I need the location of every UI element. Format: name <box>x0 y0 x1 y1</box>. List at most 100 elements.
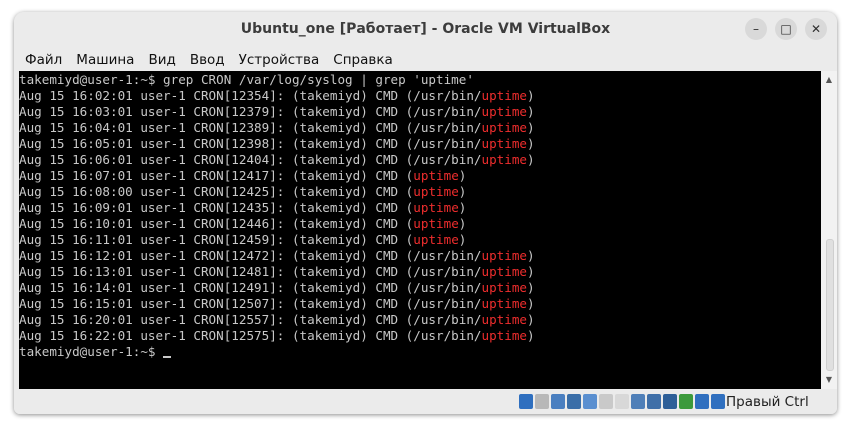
log-text: Aug 15 16:09:01 user-1 CRON[12435]: (tak… <box>19 200 414 215</box>
grep-match: uptime <box>413 216 459 231</box>
log-text-end: ) <box>527 120 535 135</box>
command-line: takemiyd@user-1:~$ grep CRON /var/log/sy… <box>19 72 474 87</box>
log-line: Aug 15 16:09:01 user-1 CRON[12435]: (tak… <box>19 200 821 216</box>
grep-match: uptime <box>481 328 528 343</box>
log-text: Aug 15 16:11:01 user-1 CRON[12459]: (tak… <box>19 232 414 247</box>
minimize-button[interactable]: – <box>745 18 767 40</box>
close-icon: ✕ <box>810 22 822 36</box>
log-line: Aug 15 16:06:01 user-1 CRON[12404]: (tak… <box>19 152 821 168</box>
log-text: Aug 15 16:15:01 user-1 CRON[12507]: (tak… <box>19 296 482 311</box>
hard-disk-icon[interactable] <box>519 394 533 409</box>
log-text: Aug 15 16:08:00 user-1 CRON[12425]: (tak… <box>19 184 414 199</box>
log-text-end: ) <box>527 264 535 279</box>
log-line: Aug 15 16:05:01 user-1 CRON[12398]: (tak… <box>19 136 821 152</box>
log-line: Aug 15 16:20:01 user-1 CRON[12557]: (tak… <box>19 312 821 328</box>
scroll-down-icon[interactable]: ▼ <box>821 373 837 387</box>
text-cursor <box>163 356 172 358</box>
title-bar[interactable]: Ubuntu_one [Работает] - Oracle VM Virtua… <box>14 12 837 46</box>
audio-icon[interactable] <box>551 394 565 409</box>
mouse-integration-icon[interactable] <box>695 394 709 409</box>
grep-match: uptime <box>481 88 528 103</box>
scroll-up-icon[interactable]: ▲ <box>821 73 837 87</box>
virtualbox-window: Ubuntu_one [Работает] - Oracle VM Virtua… <box>14 12 837 414</box>
log-text: Aug 15 16:10:01 user-1 CRON[12446]: (tak… <box>19 216 414 231</box>
prompt-line: takemiyd@user-1:~$ <box>19 344 821 360</box>
virtualization-icon[interactable] <box>663 394 677 409</box>
log-text: Aug 15 16:07:01 user-1 CRON[12417]: (tak… <box>19 168 414 183</box>
maximize-button[interactable]: □ <box>775 18 797 40</box>
grep-match: uptime <box>481 248 528 263</box>
recording-icon[interactable] <box>647 394 661 409</box>
optical-drive-icon[interactable] <box>535 394 549 409</box>
log-text-end: ) <box>527 88 535 103</box>
menu-input[interactable]: Ввод <box>183 49 232 71</box>
log-text: Aug 15 16:06:01 user-1 CRON[12404]: (tak… <box>19 152 482 167</box>
menu-devices[interactable]: Устройства <box>232 49 327 71</box>
log-text-end: ) <box>527 280 535 295</box>
log-text: Aug 15 16:20:01 user-1 CRON[12557]: (tak… <box>19 312 482 327</box>
network-icon[interactable] <box>567 394 581 409</box>
grep-match: uptime <box>481 264 528 279</box>
log-line: Aug 15 16:12:01 user-1 CRON[12472]: (tak… <box>19 248 821 264</box>
scroll-thumb[interactable] <box>826 239 834 371</box>
menu-help[interactable]: Справка <box>326 49 399 71</box>
log-text: Aug 15 16:02:01 user-1 CRON[12354]: (tak… <box>19 88 482 103</box>
keyboard-capture-icon[interactable] <box>711 394 725 409</box>
host-key-label[interactable]: Правый Ctrl <box>726 390 809 414</box>
log-text: Aug 15 16:14:01 user-1 CRON[12491]: (tak… <box>19 280 482 295</box>
log-text-end: ) <box>458 168 467 183</box>
log-text-end: ) <box>458 232 467 247</box>
log-text-end: ) <box>458 216 467 231</box>
display-icon[interactable] <box>615 394 629 409</box>
vertical-scrollbar[interactable]: ▲ ▼ <box>821 71 837 389</box>
shared-folders-icon[interactable] <box>599 394 613 409</box>
log-line: Aug 15 16:07:01 user-1 CRON[12417]: (tak… <box>19 168 821 184</box>
log-text: Aug 15 16:05:01 user-1 CRON[12398]: (tak… <box>19 136 482 151</box>
video-capture-icon[interactable] <box>631 394 645 409</box>
maximize-icon: □ <box>780 22 792 36</box>
log-text-end: ) <box>527 248 535 263</box>
log-line: Aug 15 16:08:00 user-1 CRON[12425]: (tak… <box>19 184 821 200</box>
log-text-end: ) <box>458 200 467 215</box>
log-line: Aug 15 16:14:01 user-1 CRON[12491]: (tak… <box>19 280 821 296</box>
menu-file[interactable]: Файл <box>18 49 69 71</box>
status-bar: Правый Ctrl <box>14 390 837 414</box>
log-line: Aug 15 16:11:01 user-1 CRON[12459]: (tak… <box>19 232 821 248</box>
vm-terminal-screen[interactable]: takemiyd@user-1:~$ grep CRON /var/log/sy… <box>19 71 821 389</box>
grep-match: uptime <box>413 184 459 199</box>
log-text-end: ) <box>458 184 467 199</box>
log-output: Aug 15 16:02:01 user-1 CRON[12354]: (tak… <box>19 88 821 344</box>
menu-machine[interactable]: Машина <box>69 49 141 71</box>
grep-match: uptime <box>481 104 528 119</box>
menu-view[interactable]: Вид <box>141 49 182 71</box>
usb-icon[interactable] <box>583 394 597 409</box>
status-icons <box>519 394 725 409</box>
log-text: Aug 15 16:04:01 user-1 CRON[12389]: (tak… <box>19 120 482 135</box>
grep-match: uptime <box>413 168 459 183</box>
grep-match: uptime <box>413 232 459 247</box>
grep-match: uptime <box>481 296 528 311</box>
log-line: Aug 15 16:15:01 user-1 CRON[12507]: (tak… <box>19 296 821 312</box>
log-line: Aug 15 16:13:01 user-1 CRON[12481]: (tak… <box>19 264 821 280</box>
grep-match: uptime <box>481 280 528 295</box>
window-title: Ubuntu_one [Работает] - Oracle VM Virtua… <box>240 21 611 37</box>
log-text-end: ) <box>527 328 535 343</box>
log-line: Aug 15 16:10:01 user-1 CRON[12446]: (tak… <box>19 216 821 232</box>
log-line: Aug 15 16:22:01 user-1 CRON[12575]: (tak… <box>19 328 821 344</box>
log-line: Aug 15 16:02:01 user-1 CRON[12354]: (tak… <box>19 88 821 104</box>
close-button[interactable]: ✕ <box>805 18 827 40</box>
grep-match: uptime <box>481 152 528 167</box>
shell-prompt: takemiyd@user-1:~$ <box>19 344 164 359</box>
grep-match: uptime <box>481 136 528 151</box>
guest-additions-icon[interactable] <box>679 394 693 409</box>
log-text-end: ) <box>527 104 535 119</box>
log-text-end: ) <box>527 136 535 151</box>
log-line: Aug 15 16:04:01 user-1 CRON[12389]: (tak… <box>19 120 821 136</box>
log-text: Aug 15 16:03:01 user-1 CRON[12379]: (tak… <box>19 104 482 119</box>
log-text-end: ) <box>527 152 535 167</box>
log-text-end: ) <box>527 296 535 311</box>
log-text: Aug 15 16:12:01 user-1 CRON[12472]: (tak… <box>19 248 482 263</box>
grep-match: uptime <box>481 120 528 135</box>
minimize-icon: – <box>753 22 759 36</box>
grep-match: uptime <box>481 312 528 327</box>
